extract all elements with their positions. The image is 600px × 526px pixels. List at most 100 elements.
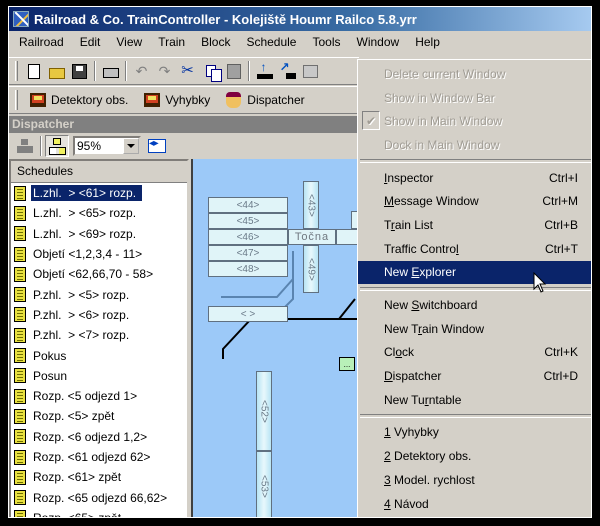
schedule-item[interactable]: P.zhl. > <7> rozp. — [11, 325, 187, 345]
window-bar-vyhybky[interactable]: Vyhybky — [136, 89, 218, 111]
open-icon — [48, 67, 65, 79]
paste-button[interactable] — [222, 60, 245, 82]
menu-tools[interactable]: Tools — [304, 33, 348, 51]
label-part: ispatcher — [392, 369, 442, 384]
menu-item-dock-in-main-window[interactable]: Dock in Main Window — [358, 133, 591, 157]
signal-box[interactable]: ... — [339, 357, 355, 371]
dispatcher-diagram[interactable]: <44> <45> <46> <47> <48> <43> Točna <49>… — [191, 159, 361, 517]
schedule-item[interactable]: P.zhl. > <6> rozp. — [11, 305, 187, 325]
schedule-item[interactable]: Rozp. <61> zpět — [11, 467, 187, 487]
schedule-label: P.zhl. > <6> rozp. — [33, 307, 130, 322]
schedule-label: Objetí <62,66,70 - 58> — [33, 267, 154, 282]
save-button[interactable] — [68, 60, 91, 82]
toolbar-grip[interactable] — [15, 61, 18, 81]
block-53[interactable]: <53> — [256, 451, 272, 517]
block-49[interactable]: <49> — [303, 245, 319, 293]
move-down-button[interactable] — [276, 60, 299, 82]
new-button[interactable] — [22, 60, 45, 82]
menu-schedule[interactable]: Schedule — [238, 33, 304, 51]
menu-item-label: Traffic Control — [384, 242, 545, 256]
menu-item-train-list[interactable]: Train List Ctrl+B — [358, 213, 591, 237]
menu-item-dispatcher[interactable]: Dispatcher Ctrl+D — [358, 364, 591, 388]
menu-item-inspector[interactable]: Inspector Ctrl+I — [358, 166, 591, 190]
menu-item-clock[interactable]: Clock Ctrl+K — [358, 341, 591, 365]
schedule-item[interactable]: Rozp. <61 odjezd 62> — [11, 447, 187, 467]
menu-view[interactable]: View — [108, 33, 150, 51]
window-bar-detektory[interactable]: Detektory obs. — [22, 89, 136, 111]
menu-item-delete-current-window[interactable]: Delete current Window — [358, 62, 591, 86]
menu-item-shortcut: Ctrl+K — [544, 345, 578, 360]
menu-item-new-turntable[interactable]: New Turntable — [358, 388, 591, 412]
open-button[interactable] — [45, 60, 68, 82]
schedule-item[interactable]: L.zhl. > <69> rozp. — [11, 224, 187, 244]
network-view-button[interactable] — [13, 135, 37, 157]
schedule-item[interactable]: P.zhl. > <5> rozp. — [11, 284, 187, 304]
block-45[interactable]: <45> — [208, 213, 288, 229]
schedule-item[interactable]: L.zhl. > <61> rozp. — [11, 183, 187, 203]
menu-block[interactable]: Block — [193, 33, 238, 51]
title-bar[interactable]: Railroad & Co. TrainController - Kolejiš… — [9, 7, 591, 31]
turntable-tocna[interactable]: Točna — [288, 229, 336, 245]
schedule-item[interactable]: Objetí <1,2,3,4 - 11> — [11, 244, 187, 264]
block-46[interactable]: <46> — [208, 229, 288, 245]
schedule-icon — [14, 185, 26, 201]
block-48[interactable]: <48> — [208, 261, 288, 277]
copy-button[interactable] — [199, 60, 222, 82]
schedule-item[interactable]: Objetí <62,66,70 - 58> — [11, 264, 187, 284]
move-up-button[interactable] — [253, 60, 276, 82]
zoom-select[interactable]: 95% — [73, 136, 141, 156]
schedule-item[interactable]: Rozp. <65> zpět — [11, 508, 187, 517]
block-47[interactable]: <47> — [208, 245, 288, 261]
block-44[interactable]: <44> — [208, 197, 288, 213]
track-line — [338, 298, 356, 320]
print-button[interactable] — [99, 60, 122, 82]
toolbar-grip[interactable] — [15, 90, 18, 110]
menu-item-label: Clock — [384, 345, 544, 359]
schedule-label: P.zhl. > <5> rozp. — [33, 287, 130, 302]
undo-button[interactable]: ↶ — [130, 60, 153, 82]
schedule-icon — [14, 368, 26, 384]
menu-item-new-switchboard[interactable]: New Switchboard — [358, 293, 591, 317]
menu-item-message-window[interactable]: Message Window Ctrl+M — [358, 189, 591, 213]
schedule-item[interactable]: Posun — [11, 366, 187, 386]
menu-window[interactable]: Window — [349, 33, 408, 51]
menu-item-show-in-window-bar[interactable]: Show in Window Bar — [358, 86, 591, 110]
cut-button[interactable]: ✂ — [176, 60, 199, 82]
menu-item-new-train-window[interactable]: New Train Window — [358, 317, 591, 341]
print-icon — [102, 68, 119, 78]
redo-button[interactable]: ↷ — [153, 60, 176, 82]
properties-button[interactable] — [299, 60, 322, 82]
block-52[interactable]: <52> — [256, 371, 272, 451]
schedule-item[interactable]: Rozp. <5 odjezd 1> — [11, 386, 187, 406]
schedule-icon — [14, 449, 26, 465]
block-43[interactable]: <43> — [303, 181, 319, 229]
schedule-item[interactable]: Rozp. <5> zpět — [11, 406, 187, 426]
menu-item-show-in-main-window[interactable]: ✔ Show in Main Window — [358, 109, 591, 133]
menu-item-4-n-vod[interactable]: 4 Návod — [358, 492, 591, 516]
mnemonic: 3 — [384, 472, 391, 487]
chevron-down-icon[interactable] — [123, 138, 139, 154]
schedule-item[interactable]: Pokus — [11, 345, 187, 365]
new-icon — [27, 63, 40, 79]
menu-train[interactable]: Train — [150, 33, 193, 51]
window-bar-dispatcher[interactable]: Dispatcher — [218, 89, 312, 111]
label-part: Návod — [390, 496, 429, 511]
fit-to-window-button[interactable] — [145, 135, 169, 157]
schedule-item[interactable]: Rozp. <6 odjezd 1,2> — [11, 427, 187, 447]
tree-view-button[interactable] — [45, 135, 69, 157]
schedules-header[interactable]: Schedules — [11, 161, 187, 183]
schedule-item[interactable]: Rozp. <65 odjezd 66,62> — [11, 487, 187, 507]
menu-item-traffic-control[interactable]: Traffic Control Ctrl+T — [358, 237, 591, 261]
menu-railroad[interactable]: Railroad — [11, 33, 72, 51]
menu-item-2-detektory-obs[interactable]: 2 Detektory obs. — [358, 444, 591, 468]
menu-edit[interactable]: Edit — [72, 33, 109, 51]
menu-item-shortcut: Ctrl+T — [545, 241, 578, 256]
menu-item-new-explorer[interactable]: New Explorer — [358, 260, 591, 285]
menu-item-3-model-rychlost[interactable]: 3 Model. rychlost — [358, 468, 591, 492]
menu-item-1-vyhybky[interactable]: 1 Vyhybky — [358, 421, 591, 445]
schedule-label: Posun — [33, 368, 68, 383]
menu-help[interactable]: Help — [407, 33, 448, 51]
schedule-item[interactable]: L.zhl. > <65> rozp. — [11, 203, 187, 223]
menu-item-shortcut: Ctrl+B — [544, 217, 578, 232]
block-empty[interactable]: < > — [208, 306, 288, 322]
